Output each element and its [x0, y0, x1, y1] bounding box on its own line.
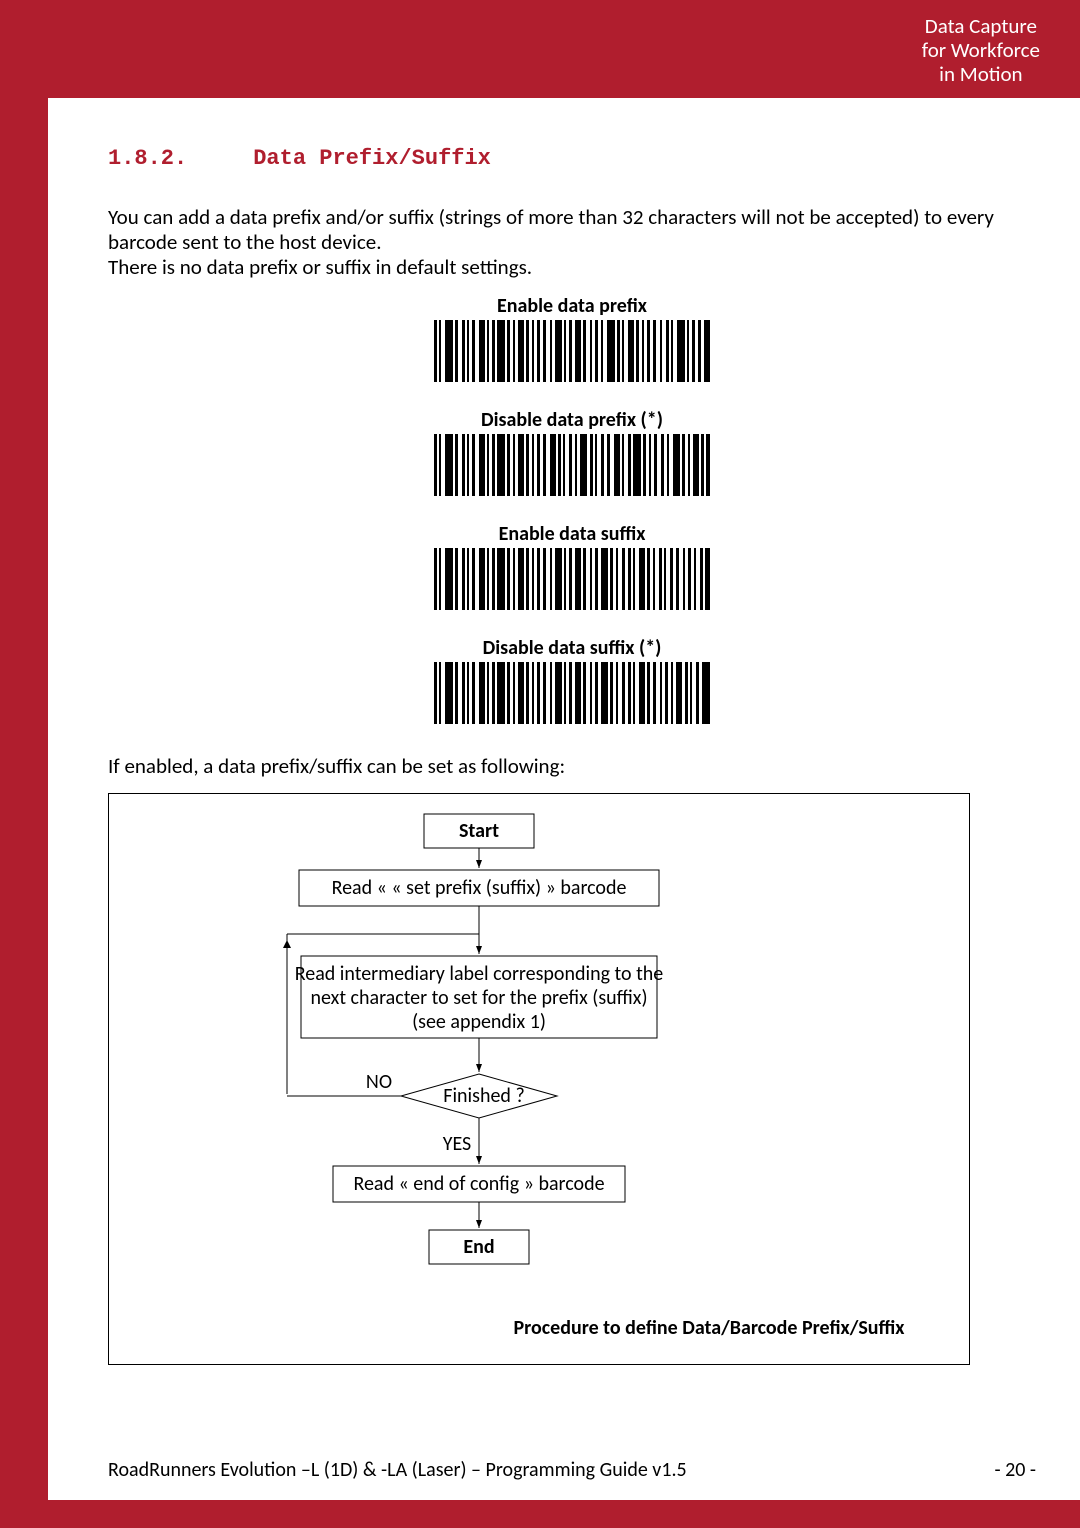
barcode-label-1: Disable data prefix (*): [481, 408, 663, 432]
flow-step2a: Read intermediary label corresponding to…: [295, 962, 664, 986]
header-line1: Data Capture: [922, 14, 1040, 38]
flow-yes: YES: [443, 1132, 472, 1156]
footer-left: RoadRunners Evolution –L (1D) & -LA (Las…: [108, 1458, 687, 1482]
header-line3: in Motion: [922, 62, 1040, 86]
section-number: 1.8.2.: [108, 146, 187, 171]
left-band: [0, 0, 48, 1528]
barcode-label-2: Enable data suffix: [499, 522, 646, 546]
header-band: Data Capture for Workforce in Motion: [0, 0, 1080, 98]
footer-right: - 20 -: [994, 1458, 1036, 1482]
barcode-label-0: Enable data prefix: [497, 294, 647, 318]
barcode-image-2: [432, 548, 712, 610]
barcode-list: Enable data prefix Disable data prefix (…: [108, 294, 1036, 724]
page-content: 1.8.2. Data Prefix/Suffix You can add a …: [48, 98, 1080, 1500]
flow-end: End: [463, 1235, 494, 1259]
paragraph-1: You can add a data prefix and/or suffix …: [108, 205, 1036, 255]
flow-caption: Procedure to define Data/Barcode Prefix/…: [514, 1316, 906, 1340]
section-heading: 1.8.2. Data Prefix/Suffix: [108, 146, 1036, 171]
flowchart-container: Start Read « « set prefix (suffix) » bar…: [108, 793, 970, 1365]
flow-intro: If enabled, a data prefix/suffix can be …: [108, 754, 1036, 779]
paragraph-2: There is no data prefix or suffix in def…: [108, 255, 1036, 280]
flow-step3: Read « end of config » barcode: [353, 1172, 604, 1196]
flowchart-svg: Start Read « « set prefix (suffix) » bar…: [109, 794, 969, 1364]
header-line2: for Workforce: [922, 38, 1040, 62]
barcode-image-3: [432, 662, 712, 724]
flow-decision: Finished ?: [443, 1084, 524, 1108]
bottom-band: [0, 1500, 1080, 1528]
flow-step2b: next character to set for the prefix (su…: [310, 986, 647, 1010]
page-footer: RoadRunners Evolution –L (1D) & -LA (Las…: [108, 1458, 1036, 1482]
section-title: Data Prefix/Suffix: [253, 146, 491, 171]
barcode-image-1: [432, 434, 712, 496]
flow-step1: Read « « set prefix (suffix) » barcode: [332, 876, 627, 900]
flow-no: NO: [366, 1070, 392, 1094]
header-tagline: Data Capture for Workforce in Motion: [922, 14, 1040, 86]
flow-step2c: (see appendix 1): [412, 1010, 546, 1034]
barcode-image-0: [432, 320, 712, 382]
barcode-label-3: Disable data suffix (*): [483, 636, 662, 660]
flow-start: Start: [459, 819, 499, 843]
